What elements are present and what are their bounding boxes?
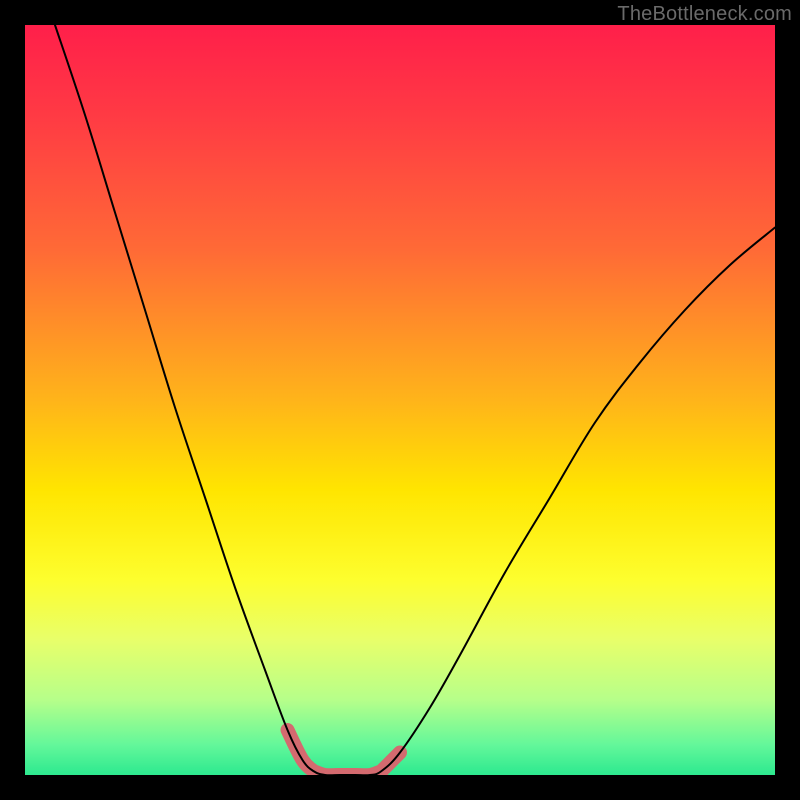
plot-area bbox=[25, 25, 775, 775]
chart-frame: TheBottleneck.com bbox=[0, 0, 800, 800]
curve-layer bbox=[25, 25, 775, 775]
bottleneck-curve bbox=[55, 25, 775, 775]
watermark-text: TheBottleneck.com bbox=[617, 3, 792, 26]
valley-highlight bbox=[288, 730, 401, 775]
